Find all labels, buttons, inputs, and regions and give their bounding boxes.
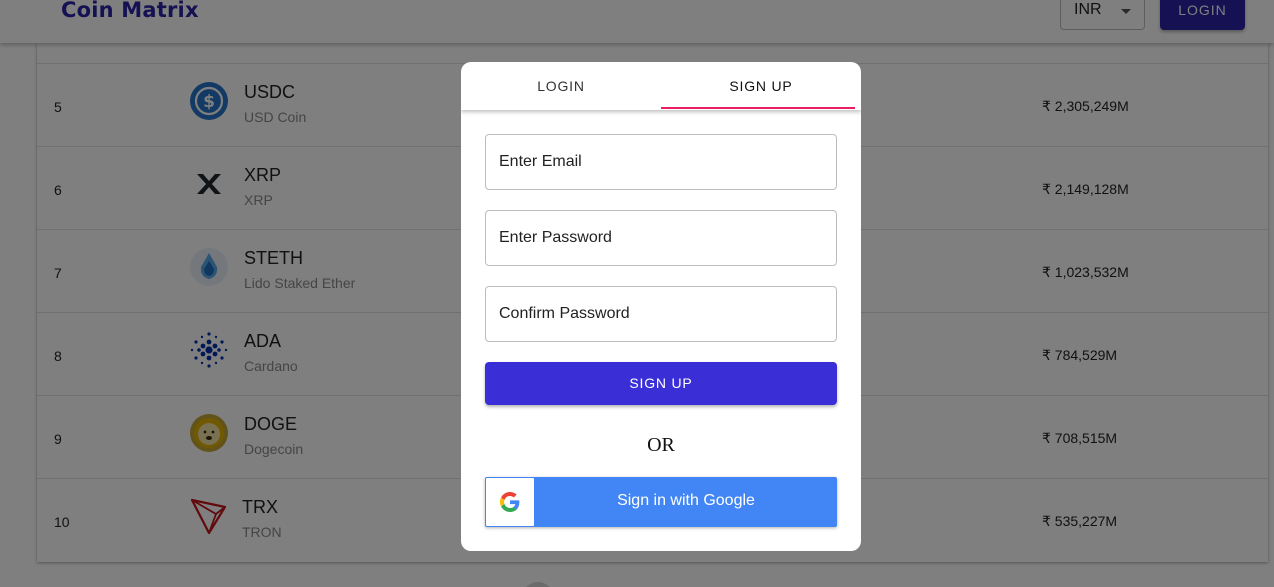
tab-signup[interactable]: SIGN UP bbox=[661, 62, 861, 110]
confirm-password-input[interactable] bbox=[486, 287, 836, 341]
email-input[interactable] bbox=[486, 135, 836, 189]
google-logo-container bbox=[486, 478, 534, 526]
confirm-password-field[interactable] bbox=[485, 286, 837, 342]
google-signin-button[interactable]: Sign in with Google bbox=[485, 477, 837, 527]
google-signin-label: Sign in with Google bbox=[617, 492, 755, 509]
or-divider: OR bbox=[647, 434, 675, 456]
tab-login[interactable]: LOGIN bbox=[461, 62, 661, 110]
password-input[interactable] bbox=[486, 211, 836, 265]
google-icon bbox=[500, 492, 520, 512]
auth-modal: LOGIN SIGN UP SIGN UP OR Sign in with Go… bbox=[461, 62, 861, 551]
auth-tabs: LOGIN SIGN UP bbox=[461, 62, 861, 110]
active-tab-indicator bbox=[661, 107, 855, 109]
signup-button[interactable]: SIGN UP bbox=[485, 362, 837, 405]
password-field[interactable] bbox=[485, 210, 837, 266]
email-field[interactable] bbox=[485, 134, 837, 190]
